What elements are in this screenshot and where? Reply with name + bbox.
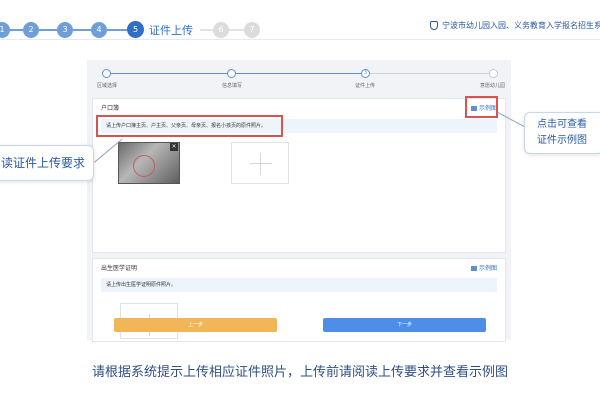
callout-line: 证件示例图: [537, 135, 587, 146]
step-connector: [73, 29, 91, 31]
close-icon[interactable]: ×: [170, 143, 178, 151]
system-title: 宁波市幼儿园入园、义务教育入学报名招生系统: [430, 20, 600, 31]
top-stepper: 1 2 3 4 5 证件上传 6 7 宁波市幼儿园入园、义务教育入学报名招生系统: [0, 0, 600, 40]
callout-line: 点击可查看: [537, 119, 587, 130]
step-1: 1: [0, 22, 10, 38]
example-link-highlight: [465, 96, 498, 118]
mini-step-dot: [489, 69, 498, 78]
active-step-title: 证件上传: [149, 24, 193, 37]
card-title: 出生医学证明: [101, 265, 138, 272]
uploaded-photo-thumbnail[interactable]: ×: [118, 142, 180, 184]
step-connector: [39, 29, 57, 31]
mini-connector: [370, 73, 490, 74]
step-connector: [10, 29, 23, 31]
next-step-button[interactable]: 下一步: [323, 318, 486, 332]
mini-connector: [236, 73, 361, 74]
step-6: 6: [213, 22, 229, 38]
mini-step-label: 信息填写: [222, 83, 243, 89]
step-2: 2: [23, 22, 39, 38]
card-title: 户口簿: [101, 105, 120, 112]
step-3: 3: [57, 22, 73, 38]
example-link-label: 示例图: [478, 265, 497, 272]
mini-step-label: 意愿幼儿园: [480, 83, 506, 89]
step-7: 7: [244, 22, 260, 38]
instruction-caption: 请根据系统提示上传相应证件照片，上传前请阅读上传要求并查看示例图: [91, 365, 508, 380]
step-connector: [229, 29, 244, 31]
example-image-link[interactable]: 示例图: [470, 263, 497, 272]
step-connector: [200, 29, 213, 31]
mini-stepper: 3 区域选择 信息填写 证件上传 意愿幼儿园: [92, 62, 506, 92]
mini-step-label: 区域选择: [97, 83, 118, 89]
example-callout: 点击可查看 证件示例图: [524, 112, 600, 154]
step-connector: [107, 29, 127, 31]
shield-icon: [430, 21, 438, 30]
step-5-active: 5: [127, 21, 144, 38]
mini-connector: [107, 73, 227, 74]
mini-step-dot: 3: [361, 69, 370, 78]
requirement-callout: 读证件上传要求: [0, 145, 94, 181]
mini-step-dot: [102, 69, 111, 78]
upload-requirement: 请上传出生医学证明原件照片。: [101, 278, 497, 292]
seal-icon: [133, 155, 155, 177]
requirement-highlight: [96, 115, 283, 137]
mini-step-dot: [227, 69, 236, 78]
upload-page-screenshot: 3 区域选择 信息填写 证件上传 意愿幼儿园 户口簿 示例图 请上传户口簿主页、…: [87, 60, 511, 342]
prev-step-button[interactable]: 上一步: [114, 318, 277, 332]
image-icon: [470, 266, 477, 271]
upload-slot[interactable]: [231, 142, 289, 184]
system-title-text: 宁波市幼儿园入园、义务教育入学报名招生系统: [442, 21, 600, 30]
step-4: 4: [91, 22, 107, 38]
mini-step-label: 证件上传: [355, 83, 376, 89]
